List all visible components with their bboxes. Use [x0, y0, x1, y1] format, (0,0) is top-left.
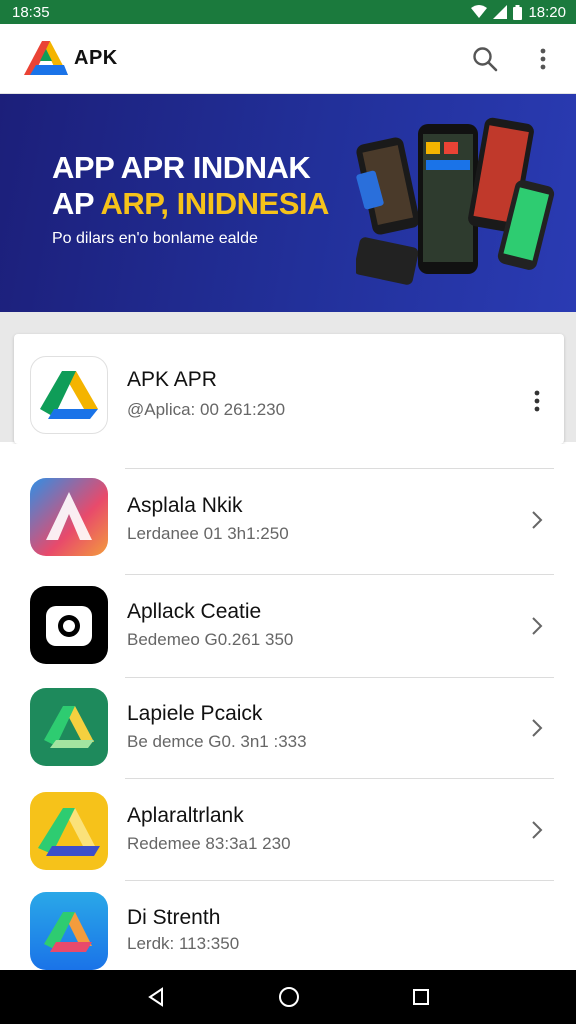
app-icon: [30, 792, 108, 870]
status-time-left: 18:35: [12, 3, 50, 21]
chevron-right-icon: [532, 821, 543, 839]
app-icon: [30, 586, 108, 664]
chevron-right-icon: [532, 719, 543, 737]
app-subtitle: Bedemeo G0.261 350: [127, 630, 294, 649]
drive-triangle-icon: [40, 371, 98, 419]
app-list: Asplala Nkik Lerdanee 01 3h1:250 Apllack…: [0, 444, 576, 970]
divider: [125, 468, 554, 469]
featured-app-subtitle: @Aplica: 00 261:230: [127, 400, 286, 419]
brand-name: APK: [74, 47, 118, 69]
app-subtitle: Be demce G0. 3n1 :333: [127, 732, 307, 751]
app-bar: APK: [0, 24, 576, 94]
home-icon[interactable]: [278, 986, 300, 1008]
featured-app-title: APK APR: [127, 368, 217, 391]
more-vert-icon: [540, 48, 546, 69]
app-title: Di Strenth: [127, 906, 221, 929]
phones-illustration: [356, 117, 555, 285]
chevron-right-icon: [532, 617, 543, 635]
signal-icon: [493, 5, 508, 19]
app-subtitle: Lerdk: 113:350: [127, 934, 240, 953]
list-item[interactable]: Lapiele Pcaick Be demce G0. 3n1 :333: [0, 682, 576, 786]
status-time-right: 18:20: [528, 3, 566, 21]
divider: [125, 677, 554, 678]
apk-logo-icon: [24, 40, 68, 75]
system-nav-bar: [0, 970, 576, 1024]
banner-headline-1: APP APR INDNAK: [52, 150, 311, 185]
recents-icon[interactable]: [412, 988, 430, 1006]
app-icon: [30, 478, 108, 556]
app-subtitle: Lerdanee 01 3h1:250: [127, 524, 289, 543]
app-title: Asplala Nkik: [127, 494, 243, 517]
status-bar: 18:35 18:20: [0, 0, 576, 24]
featured-app-card[interactable]: APK APR @Aplica: 00 261:230: [14, 334, 564, 444]
search-button[interactable]: [470, 44, 500, 74]
brand[interactable]: APK: [24, 39, 470, 79]
divider: [125, 574, 554, 575]
more-vert-icon[interactable]: [534, 390, 540, 412]
featured-app-icon: [30, 356, 108, 434]
chevron-right-icon: [532, 511, 543, 529]
app-title: Aplaraltrlank: [127, 804, 244, 827]
app-icon: [30, 688, 108, 766]
banner-highlight: ARP, INIDNESIA: [100, 186, 329, 221]
wifi-icon: [471, 5, 488, 18]
divider: [125, 778, 554, 779]
back-icon[interactable]: [146, 987, 166, 1007]
divider: [125, 880, 554, 881]
app-subtitle: Redemee 83:3a1 230: [127, 834, 291, 853]
app-title: Apllack Ceatie: [127, 600, 262, 623]
banner-subtitle: Po dilars en'o bonlame ealde: [52, 230, 258, 247]
list-item[interactable]: Apllack Ceatie Bedemeo G0.261 350: [0, 580, 576, 684]
list-item[interactable]: Aplaraltrlank Redemee 83:3a1 230: [0, 784, 576, 888]
overflow-menu-button[interactable]: [528, 44, 558, 74]
search-icon: [473, 46, 498, 71]
promo-banner[interactable]: APP APR INDNAK AP ARP, INIDNESIA Po dila…: [0, 94, 576, 312]
list-item[interactable]: Asplala Nkik Lerdanee 01 3h1:250: [0, 474, 576, 578]
app-title: Lapiele Pcaick: [127, 702, 263, 725]
banner-headline-2: AP ARP, INIDNESIA: [52, 186, 329, 221]
app-icon: [30, 892, 108, 970]
battery-icon: [513, 4, 523, 20]
status-icons: 18:20: [471, 4, 566, 21]
